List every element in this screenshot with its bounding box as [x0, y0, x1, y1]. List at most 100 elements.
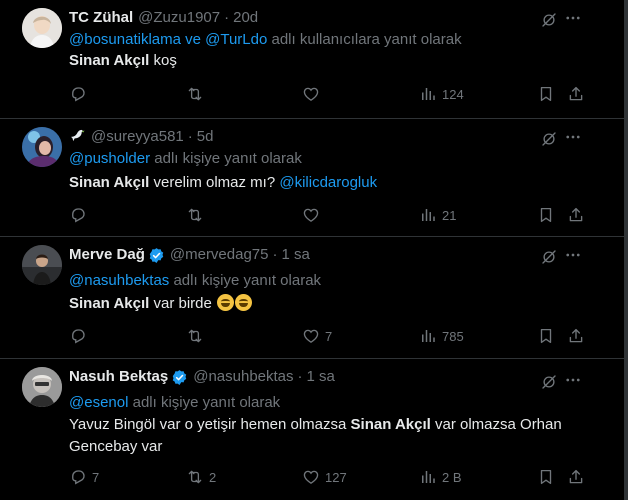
timestamp[interactable]: 20d [233, 8, 258, 28]
reply-context-text: adlı kullanıcılara yanıt olarak [267, 31, 462, 48]
share-button[interactable] [567, 206, 585, 224]
share-icon [567, 468, 585, 486]
share-icon [567, 327, 585, 345]
reply-context: @nasuhbektas adlı kişiye yanıt olarak [69, 271, 321, 291]
more-icon[interactable] [564, 128, 582, 146]
bookmark-icon [537, 468, 555, 486]
views-count: 2 B [442, 469, 462, 485]
retweet-icon [186, 468, 204, 486]
retweet-icon [186, 206, 204, 224]
grinning-sweat-emoji-icon [217, 294, 235, 311]
avatar[interactable] [22, 245, 62, 285]
reply-context-text: adlı kişiye yanıt olarak [169, 272, 322, 289]
reply-icon [69, 206, 87, 224]
user-handle[interactable]: @nasuhbektas [193, 367, 293, 387]
timestamp[interactable]: 5d [197, 127, 214, 147]
reply-mention-link[interactable]: @nasuhbektas [69, 272, 169, 289]
retweet-count: 2 [209, 469, 217, 485]
heart-icon [302, 85, 320, 103]
like-count: 7 [325, 328, 333, 344]
share-button[interactable] [567, 468, 585, 486]
user-handle[interactable]: @Zuzu1907 [138, 8, 220, 28]
avatar[interactable] [22, 8, 62, 48]
avatar[interactable] [22, 127, 62, 167]
views-icon [419, 206, 437, 224]
views-count: 785 [442, 328, 464, 344]
verified-badge-icon [171, 369, 188, 386]
reply-context: @pusholder adlı kişiye yanıt olarak [69, 149, 302, 169]
tweet-text-bold: Sinan Akçıl [350, 416, 431, 433]
like-button[interactable]: 127 [302, 468, 347, 486]
grok-icon[interactable] [540, 11, 558, 29]
reply-button[interactable] [69, 327, 92, 345]
display-name[interactable]: Merve Dağ [69, 245, 145, 265]
bookmark-button[interactable] [537, 206, 555, 224]
retweet-button[interactable] [186, 327, 209, 345]
like-button[interactable]: 7 [302, 327, 332, 345]
display-name[interactable]: TC Zühal [69, 8, 133, 28]
action-bar: 7 2 127 2 B [69, 468, 599, 488]
retweet-button[interactable] [186, 85, 209, 103]
reply-context: @esenol adlı kişiye yanıt olarak [69, 393, 280, 413]
grok-icon[interactable] [540, 248, 558, 266]
user-handle[interactable]: @mervedag75 [170, 245, 269, 265]
views-button[interactable]: 21 [419, 206, 456, 224]
reply-count: 7 [92, 469, 100, 485]
tweet-3[interactable]: Merve Dağ @mervedag75 · 1 sa @nasuhbekta… [0, 237, 624, 359]
display-name[interactable]: Nasuh Bektaş [69, 367, 168, 387]
tweet-text-bold: Sinan Akçıl [69, 295, 150, 312]
like-button[interactable] [302, 206, 325, 224]
share-button[interactable] [567, 327, 585, 345]
more-icon[interactable] [564, 9, 582, 27]
reply-mention-link[interactable]: @bosunatiklama ve @TurLdo [69, 31, 267, 48]
scrollbar-track[interactable] [624, 0, 628, 500]
reply-button[interactable]: 7 [69, 468, 99, 486]
reply-context: @bosunatiklama ve @TurLdo adlı kullanıcı… [69, 30, 462, 50]
views-button[interactable]: 124 [419, 85, 464, 103]
tweet-text-bold: Sinan Akçıl [69, 174, 150, 191]
like-button[interactable] [302, 85, 325, 103]
timestamp[interactable]: 1 sa [307, 367, 335, 387]
share-button[interactable] [567, 85, 585, 103]
more-icon[interactable] [564, 371, 582, 389]
tweet-header: Nasuh Bektaş @nasuhbektas · 1 sa [69, 367, 335, 387]
bookmark-button[interactable] [537, 85, 555, 103]
tweet-text-rest: var birde [149, 295, 217, 312]
views-button[interactable]: 2 B [419, 468, 462, 486]
mention-link[interactable]: @kilicdarogluk [279, 174, 377, 191]
tweet-1[interactable]: TC Zühal @Zuzu1907 · 20d @bosunatiklama … [0, 0, 624, 119]
tweet-text: Yavuz Bingöl var o yetişir hemen olmazsa… [69, 414, 599, 458]
views-button[interactable]: 785 [419, 327, 464, 345]
bookmark-button[interactable] [537, 327, 555, 345]
reply-mention-link[interactable]: @pusholder [69, 150, 150, 167]
tweet-header: @sureyya581 · 5d [69, 127, 213, 147]
views-icon [419, 468, 437, 486]
heart-icon [302, 327, 320, 345]
retweet-icon [186, 85, 204, 103]
reply-icon [69, 85, 87, 103]
reply-button[interactable] [69, 206, 92, 224]
avatar[interactable] [22, 367, 62, 407]
reply-button[interactable] [69, 85, 92, 103]
reply-icon [69, 468, 87, 486]
display-name[interactable] [69, 127, 86, 147]
reply-mention-link[interactable]: @esenol [69, 394, 128, 411]
reply-context-text: adlı kişiye yanıt olarak [128, 394, 281, 411]
tweet-text-rest: koş [149, 52, 177, 69]
more-icon[interactable] [564, 246, 582, 264]
grok-icon[interactable] [540, 130, 558, 148]
dove-emoji-icon [71, 129, 85, 142]
grok-icon[interactable] [540, 373, 558, 391]
user-handle[interactable]: @sureyya581 [91, 127, 184, 147]
retweet-button[interactable] [186, 206, 209, 224]
bookmark-button[interactable] [537, 468, 555, 486]
tweet-2[interactable]: @sureyya581 · 5d @pusholder adlı kişiye … [0, 119, 624, 237]
verified-badge-icon [148, 247, 165, 264]
bookmark-icon [537, 85, 555, 103]
tweet-text-rest: verelim olmaz mı? [149, 174, 280, 191]
tweet-4[interactable]: Nasuh Bektaş @nasuhbektas · 1 sa @esenol… [0, 359, 624, 500]
retweet-button[interactable]: 2 [186, 468, 216, 486]
timestamp[interactable]: 1 sa [282, 245, 310, 265]
tweet-header: TC Zühal @Zuzu1907 · 20d [69, 8, 258, 28]
separator-dot: · [272, 246, 278, 263]
